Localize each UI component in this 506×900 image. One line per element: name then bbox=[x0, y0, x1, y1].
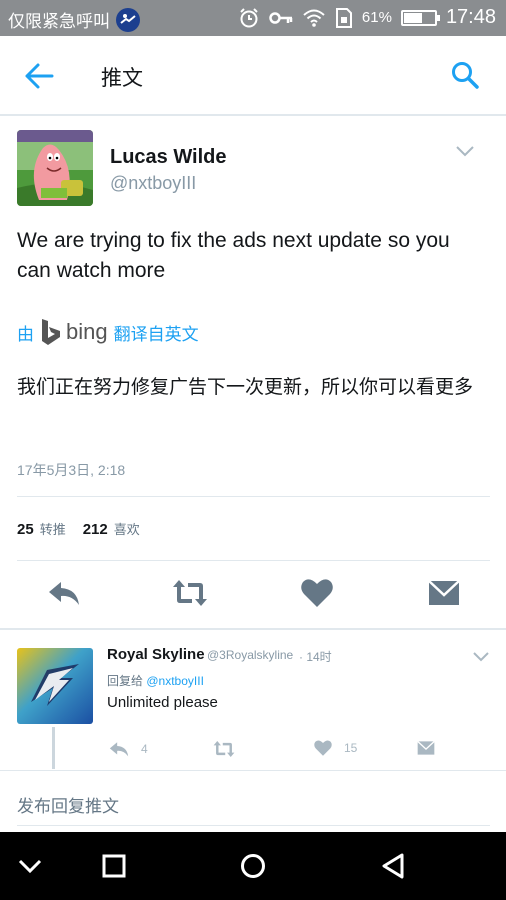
reply-author-handle[interactable]: @3Royalskyline bbox=[207, 648, 293, 662]
chevron-down-icon[interactable] bbox=[472, 651, 490, 663]
heart-icon bbox=[314, 740, 332, 756]
reply-reply-count: 4 bbox=[141, 742, 148, 756]
like-count[interactable]: 212 bbox=[83, 521, 108, 538]
translate-prefix: 由 bbox=[17, 324, 34, 344]
divider bbox=[17, 496, 490, 497]
thread-line bbox=[52, 727, 55, 769]
home-icon[interactable] bbox=[239, 852, 267, 880]
reply-dm-button[interactable] bbox=[415, 738, 437, 758]
like-label[interactable]: 喜欢 bbox=[114, 519, 140, 538]
vpn-key-icon bbox=[269, 11, 293, 24]
back-triangle-icon[interactable] bbox=[380, 852, 408, 880]
translate-suffix: 翻译自英文 bbox=[113, 324, 199, 344]
direct-message-icon bbox=[417, 740, 435, 755]
system-nav-bar bbox=[0, 832, 506, 900]
divider bbox=[0, 628, 506, 630]
battery-percent: 61% bbox=[361, 9, 392, 26]
author-name[interactable]: Lucas Wilde bbox=[110, 146, 227, 169]
alarm-icon bbox=[240, 7, 258, 27]
wifi-icon bbox=[303, 9, 325, 27]
reply-author-name[interactable]: Royal Skyline bbox=[107, 646, 205, 663]
translated-text: 我们正在努力修复广告下一次更新，所以你可以看更多 bbox=[17, 377, 474, 398]
sim-icon bbox=[335, 7, 352, 28]
retweet-icon bbox=[213, 741, 235, 757]
reply-like-button[interactable]: 15 bbox=[312, 738, 357, 758]
heart-icon[interactable] bbox=[299, 575, 335, 611]
reply-icon[interactable] bbox=[46, 575, 82, 611]
translate-brand: bing bbox=[66, 319, 108, 344]
app-header: 推文 bbox=[0, 36, 506, 116]
reply-reply-button[interactable]: 4 bbox=[107, 738, 148, 760]
battery-icon bbox=[400, 9, 440, 26]
app-notification-icon bbox=[116, 7, 140, 32]
author-avatar[interactable] bbox=[17, 130, 93, 206]
bing-logo-icon bbox=[42, 319, 60, 345]
arrow-left-icon[interactable] bbox=[24, 62, 54, 90]
divider bbox=[0, 770, 506, 771]
retweet-label[interactable]: 转推 bbox=[40, 519, 66, 538]
reply-actions: 4 15 bbox=[107, 738, 487, 760]
reply-icon bbox=[109, 742, 129, 757]
compose-underline bbox=[17, 825, 490, 826]
chevron-down-icon[interactable] bbox=[16, 852, 44, 880]
reply-like-count: 15 bbox=[344, 741, 358, 755]
compose-reply-input[interactable]: 发布回复推文 bbox=[17, 792, 119, 817]
reply-to-line: 回复给 @nxtboyIII bbox=[107, 672, 204, 689]
tweet-actions bbox=[0, 575, 506, 615]
tweet-timestamp: 17年5月3日, 2:18 bbox=[17, 462, 126, 478]
reply-to-label: 回复给 bbox=[107, 674, 144, 688]
carrier-text: 仅限紧急呼叫 bbox=[8, 12, 110, 31]
retweet-count[interactable]: 25 bbox=[17, 521, 34, 538]
clock: 17:48 bbox=[445, 6, 496, 28]
chevron-down-icon[interactable] bbox=[455, 144, 475, 158]
page-title: 推文 bbox=[101, 67, 143, 90]
reply-text: Unlimited please bbox=[107, 694, 218, 711]
divider bbox=[17, 560, 490, 561]
author-handle[interactable]: @nxtboyIII bbox=[110, 173, 196, 194]
reply-author-avatar[interactable] bbox=[17, 648, 93, 724]
search-icon[interactable] bbox=[450, 60, 480, 90]
retweet-icon[interactable] bbox=[172, 575, 208, 611]
recent-apps-icon[interactable] bbox=[100, 852, 128, 880]
tweet-text: We are trying to fix the ads next update… bbox=[17, 229, 450, 282]
reply-retweet-button[interactable] bbox=[211, 738, 247, 760]
tweet-stats: 25 转推 212 喜欢 bbox=[17, 519, 157, 538]
status-bar: 仅限紧急呼叫 61% 17:48 bbox=[0, 0, 506, 36]
direct-message-icon[interactable] bbox=[426, 575, 462, 611]
translation-attribution[interactable]: 由 bing 翻译自英文 bbox=[17, 318, 199, 346]
reply-to-handle[interactable]: @nxtboyIII bbox=[146, 674, 204, 688]
reply-time: · 14时 bbox=[299, 650, 332, 664]
